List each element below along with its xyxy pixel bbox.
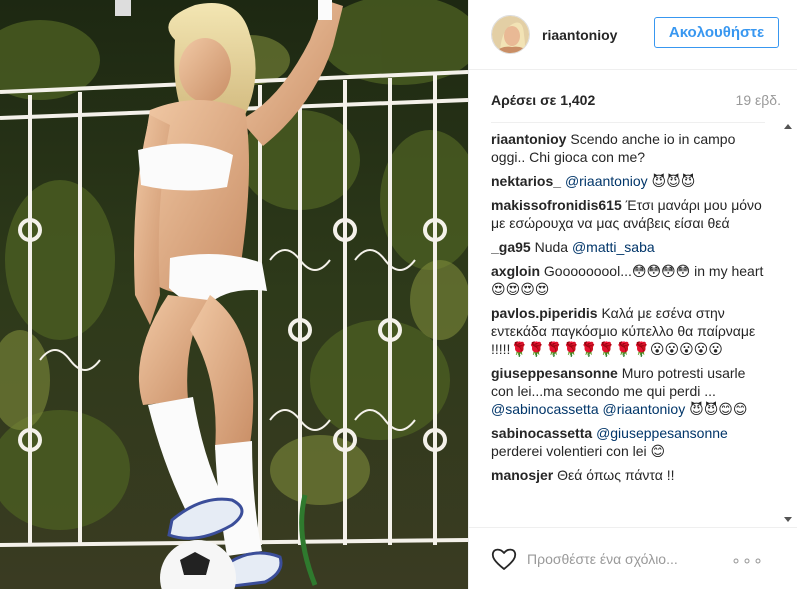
more-options-icon[interactable]: ∘∘∘	[731, 551, 764, 571]
comment-mention[interactable]: @sabinocassetta @riaantonioy	[491, 401, 685, 417]
comment-text: Θεά όπως πάντα !!	[557, 467, 675, 483]
instagram-post: riaantonioy Ακολουθήστε Αρέσει σε 1,402 …	[0, 0, 797, 589]
list-item: giuseppesansonne Muro potresti usarle co…	[491, 364, 765, 418]
comment-tail: perderei volentieri con lei 😊	[491, 443, 666, 459]
comment-mention[interactable]: @riaantonioy	[565, 173, 648, 189]
avatar[interactable]	[491, 15, 530, 54]
post-footer: ∘∘∘	[469, 527, 797, 589]
comment-author[interactable]: sabinocassetta	[491, 425, 592, 441]
username-link[interactable]: riaantonioy	[542, 27, 617, 43]
post-time[interactable]: 19 εβδ.	[736, 92, 781, 108]
comment-author[interactable]: makissofronidis615	[491, 197, 622, 213]
heart-icon[interactable]	[491, 547, 517, 571]
post-header: riaantonioy Ακολουθήστε	[469, 0, 797, 70]
avatar-image	[492, 16, 529, 53]
comment-author[interactable]: riaantonioy	[491, 131, 566, 147]
follow-button[interactable]: Ακολουθήστε	[654, 17, 779, 48]
comment-author[interactable]: nektarios_	[491, 173, 561, 189]
list-item: makissofronidis615 Έτσι μανάρι μου μόνο …	[491, 196, 765, 232]
comments-list[interactable]: riaantonioy Scendo anche io in campo ogg…	[491, 122, 765, 526]
add-comment-input[interactable]	[527, 550, 747, 567]
comment-author[interactable]: manosjer	[491, 467, 553, 483]
list-item: _ga95 Nuda @matti_saba	[491, 238, 765, 256]
list-item: nektarios_ @riaantonioy 😈😈😈	[491, 172, 765, 190]
comment-author[interactable]: pavlos.piperidis	[491, 305, 598, 321]
likes-row: Αρέσει σε 1,402 19 εβδ.	[491, 92, 781, 108]
list-item: manosjer Θεά όπως πάντα !!	[491, 466, 765, 484]
list-item: axgloin Gooooooool...😳😳😳😳 in my heart 😍😍…	[491, 262, 765, 298]
comments-scrollbar[interactable]	[781, 122, 795, 526]
scroll-up-arrow-icon[interactable]	[784, 124, 792, 129]
post-photo[interactable]	[0, 0, 468, 589]
comment-mention[interactable]: @giuseppesansonne	[596, 425, 728, 441]
comment-mention[interactable]: @matti_saba	[572, 239, 655, 255]
photo-illustration	[0, 0, 468, 589]
comment-tail: 😈😈😈	[647, 173, 696, 189]
comment-author[interactable]: axgloin	[491, 263, 540, 279]
comment-text: Nuda	[534, 239, 569, 255]
post-sidebar: riaantonioy Ακολουθήστε Αρέσει σε 1,402 …	[468, 0, 797, 589]
list-item: pavlos.piperidis Καλά με εσένα στην εντε…	[491, 304, 765, 358]
list-item: sabinocassetta @giuseppesansonne perdere…	[491, 424, 765, 460]
comment-author[interactable]: giuseppesansonne	[491, 365, 618, 381]
comment-tail: 😈😈😊😊	[685, 401, 748, 417]
list-item: riaantonioy Scendo anche io in campo ogg…	[491, 130, 765, 166]
comment-author[interactable]: _ga95	[491, 239, 531, 255]
likes-count[interactable]: Αρέσει σε 1,402	[491, 92, 595, 108]
scroll-down-arrow-icon[interactable]	[784, 517, 792, 522]
